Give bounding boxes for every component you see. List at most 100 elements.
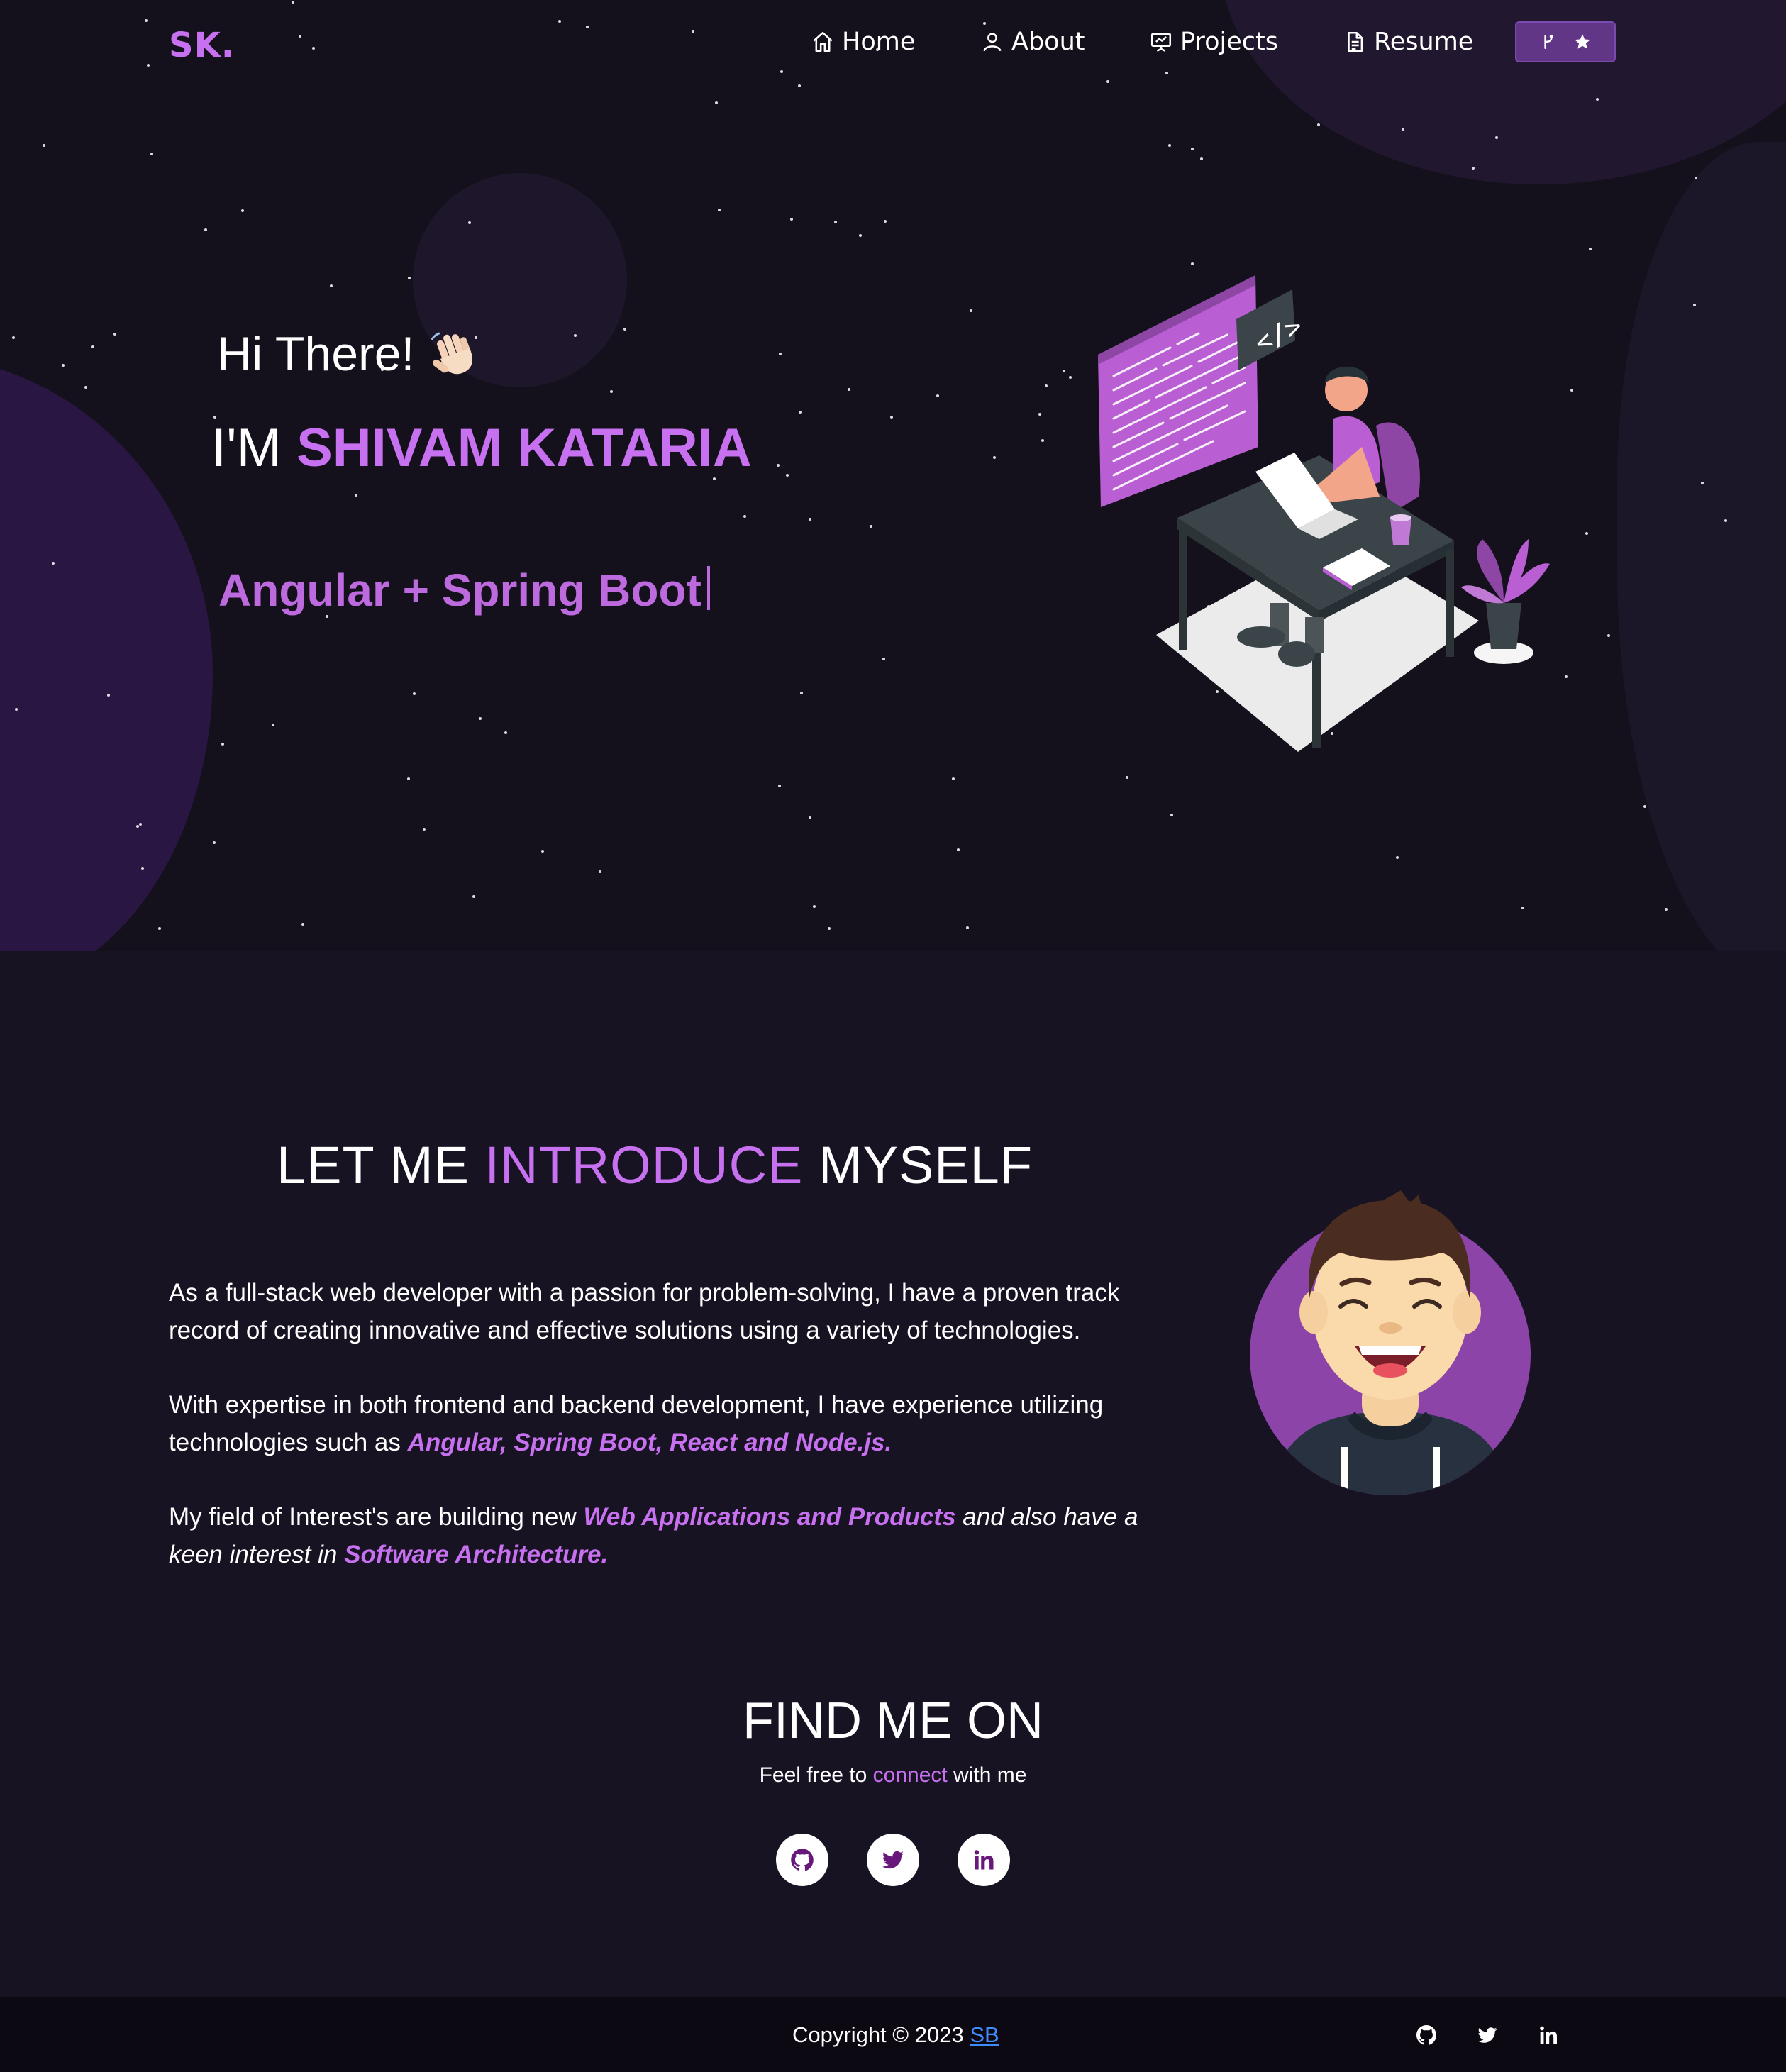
star [241, 209, 244, 212]
star [800, 692, 803, 694]
social-links [0, 1834, 1786, 1886]
find-sub-prefix: Feel free to [759, 1763, 873, 1787]
star [158, 927, 161, 930]
decorative-blob [1617, 142, 1786, 951]
star [1045, 384, 1048, 387]
star [472, 895, 475, 898]
footer: Copyright © 2023 SB [0, 1997, 1786, 2072]
github-link[interactable] [776, 1834, 828, 1886]
nav-home[interactable]: Home [811, 24, 915, 60]
star [779, 353, 782, 355]
star [301, 923, 304, 926]
star [113, 333, 116, 336]
greeting-text: Hi There! [217, 327, 415, 381]
interest-highlight-1: Web Applications and Products [583, 1503, 956, 1531]
star-icon [1575, 34, 1590, 49]
star [813, 905, 816, 908]
nav-projects[interactable]: Projects [1149, 24, 1278, 60]
typewriter-text: Angular + Spring Boot [218, 564, 710, 616]
linkedin-link[interactable] [958, 1834, 1010, 1886]
star [870, 525, 872, 528]
avatar-illustration [1250, 1190, 1531, 1495]
star [1665, 908, 1668, 911]
star [1126, 776, 1128, 779]
star [884, 220, 887, 223]
star [541, 850, 544, 853]
star [952, 777, 955, 780]
star [1585, 532, 1588, 535]
star [1589, 248, 1592, 250]
find-sub-suffix: with me [947, 1763, 1027, 1787]
star [1317, 123, 1320, 126]
find-me-title: FIND ME ON [743, 1692, 1043, 1749]
footer-social-links [1415, 2024, 1560, 2046]
star [1063, 370, 1065, 372]
navbar: SK. Home About Projects Resume [0, 0, 1786, 85]
star [407, 777, 410, 780]
star [504, 731, 507, 734]
star [809, 518, 811, 521]
developer-at-desk-illustration: </> [1098, 275, 1550, 752]
nav-resume-label: Resume [1374, 28, 1474, 56]
star [848, 388, 850, 391]
document-icon [1348, 31, 1363, 52]
star [970, 309, 972, 312]
star [1038, 413, 1041, 416]
star [993, 456, 996, 459]
star [1570, 389, 1573, 392]
nav-home-label: Home [842, 28, 916, 56]
github-icon [791, 1849, 814, 1871]
twitter-icon[interactable] [1476, 2024, 1499, 2046]
star [1069, 376, 1072, 379]
star [890, 416, 893, 419]
star [204, 228, 207, 231]
waving-hand-icon [431, 332, 473, 375]
star [12, 336, 15, 339]
star [1396, 856, 1399, 859]
star [718, 209, 721, 211]
star [1191, 262, 1194, 265]
star [468, 221, 471, 224]
copyright-link[interactable]: SB [970, 2022, 999, 2047]
nav-resume[interactable]: Resume [1343, 24, 1473, 60]
star [221, 743, 224, 746]
star [413, 692, 416, 695]
presentation-icon [1150, 33, 1172, 52]
star [809, 816, 811, 819]
linkedin-icon[interactable] [1537, 2024, 1560, 2046]
star [1695, 177, 1697, 179]
hero-name-line: I'M SHIVAM KATARIA [211, 417, 752, 479]
find-me-subtitle: Feel free to connect with me [0, 1763, 1786, 1788]
github-star-button[interactable] [1515, 21, 1616, 62]
star [52, 562, 55, 565]
typed-text: Angular + Spring Boot [218, 565, 701, 616]
about-title: LET ME INTRODUCE MYSELF [277, 1135, 1033, 1195]
star [91, 345, 94, 348]
about-paragraph-3: My field of Interest's are building new … [169, 1498, 1148, 1573]
star [1200, 157, 1203, 160]
star [859, 234, 862, 237]
star [599, 870, 601, 873]
star [43, 144, 45, 147]
star [1402, 128, 1404, 131]
about-title-highlight: INTRODUCE [484, 1136, 804, 1195]
star [799, 411, 802, 414]
github-icon[interactable] [1415, 2024, 1438, 2046]
star [936, 394, 939, 397]
star [790, 218, 793, 221]
about-title-part2: MYSELF [803, 1136, 1033, 1195]
logo[interactable]: SK. [169, 26, 235, 65]
star [1521, 907, 1524, 909]
star [834, 221, 837, 223]
star [957, 848, 960, 851]
twitter-link[interactable] [867, 1834, 919, 1886]
star [623, 328, 626, 331]
star [1495, 136, 1498, 139]
star [966, 926, 969, 929]
star [715, 101, 718, 104]
star [777, 464, 780, 467]
star [330, 284, 333, 287]
nav-about[interactable]: About [980, 24, 1085, 60]
star [213, 841, 216, 844]
star [355, 494, 357, 497]
